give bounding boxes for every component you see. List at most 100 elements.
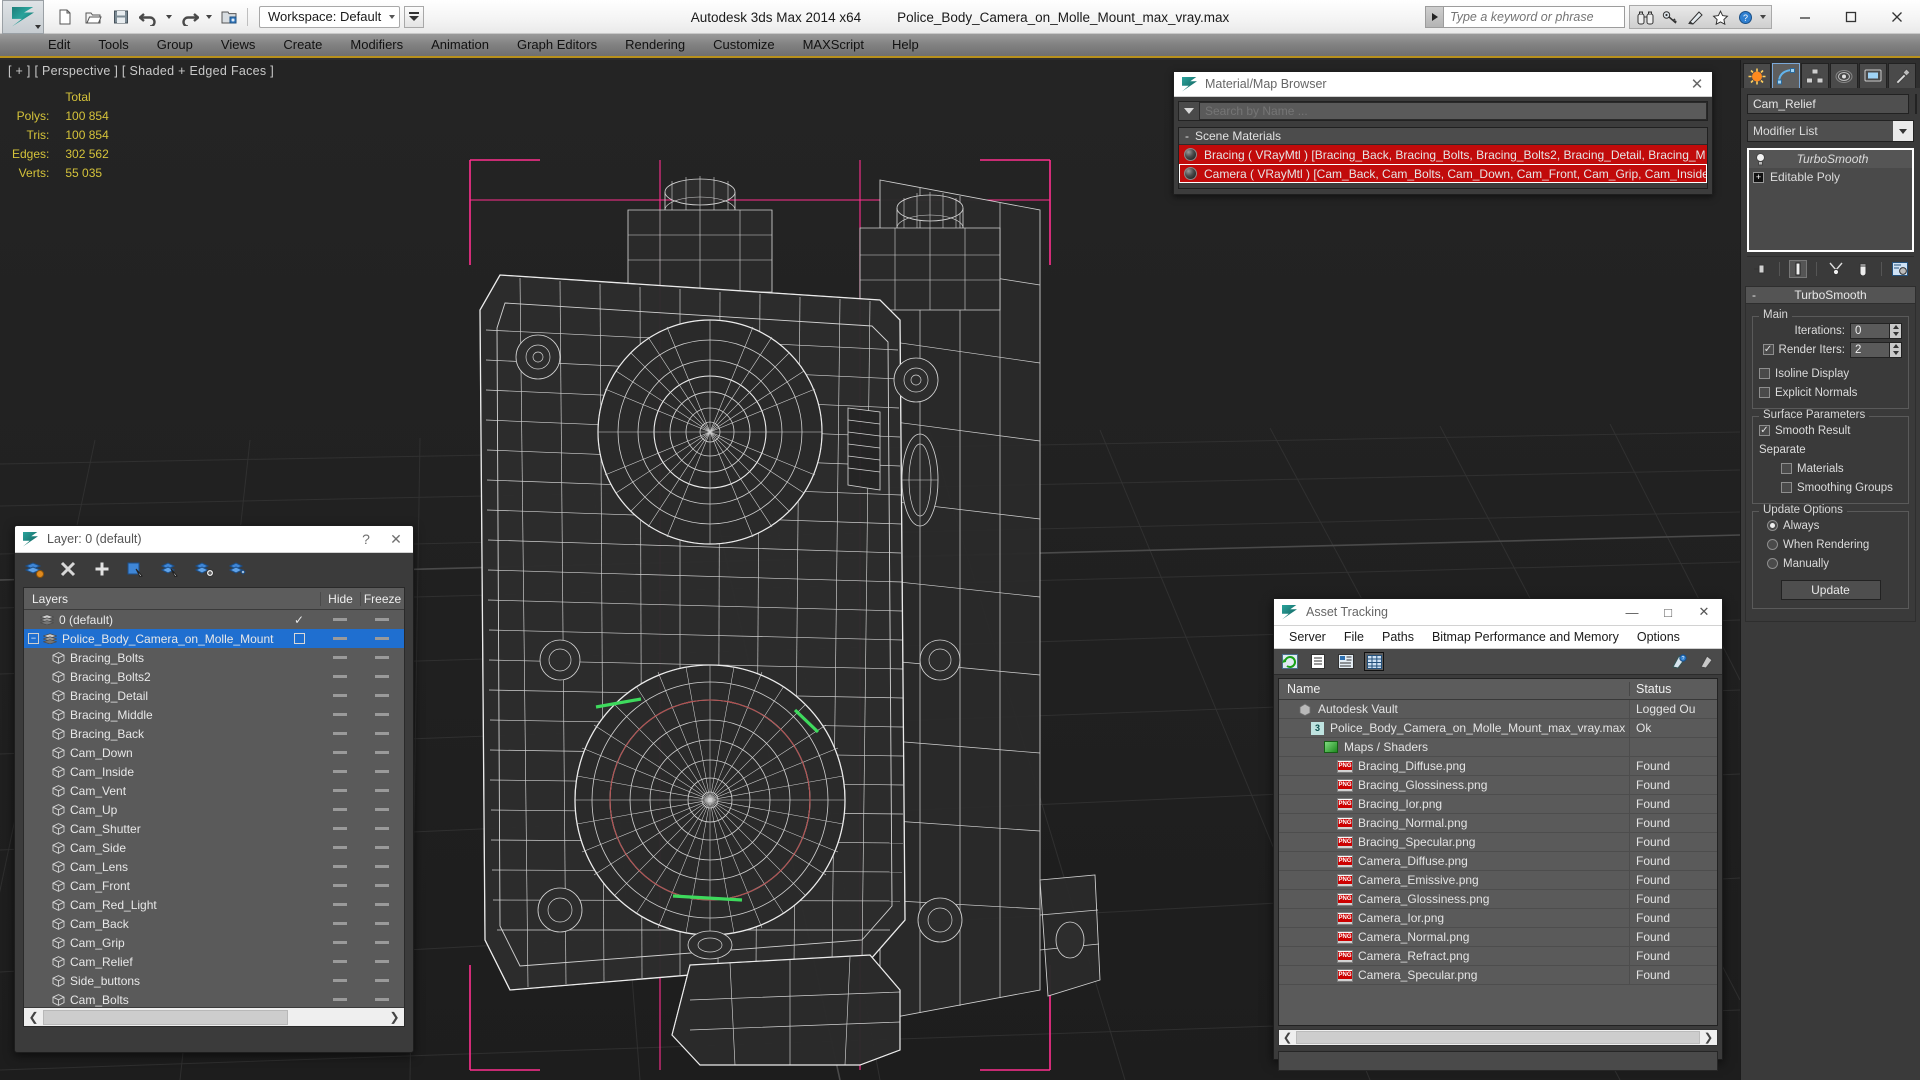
mmb-title-bar[interactable]: Material/Map Browser ✕	[1174, 72, 1712, 97]
undo-icon[interactable]	[136, 4, 162, 30]
help-icon[interactable]: ?	[1733, 6, 1757, 28]
layer-hide-cell[interactable]	[320, 675, 360, 678]
menu-item-create[interactable]: Create	[269, 33, 336, 57]
close-icon[interactable]: ✕	[1686, 73, 1708, 95]
layer-row[interactable]: Cam_Inside	[24, 762, 404, 781]
display-tab[interactable]	[1859, 63, 1887, 88]
layer-dialog-title-bar[interactable]: Layer: 0 (default) ? ✕	[15, 526, 413, 553]
update-option-when-rendering[interactable]: When Rendering	[1759, 535, 1902, 554]
layer-row[interactable]: Cam_Relief	[24, 952, 404, 971]
menu-item-group[interactable]: Group	[143, 33, 207, 57]
spinner-arrows[interactable]	[1890, 322, 1902, 339]
layer-hide-cell[interactable]	[320, 732, 360, 735]
layer-row[interactable]: − Police_Body_Camera_on_Molle_Mount	[24, 629, 404, 648]
asset-row[interactable]: Bracing_Normal.png Found	[1279, 813, 1717, 833]
layer-freeze-cell[interactable]	[360, 732, 404, 735]
subscription-key-icon[interactable]	[1658, 6, 1682, 28]
render-iters-input[interactable]	[1850, 341, 1890, 358]
layer-freeze-cell[interactable]	[360, 903, 404, 906]
asset-row[interactable]: Camera_Diffuse.png Found	[1279, 851, 1717, 871]
layer-row[interactable]: Cam_Lens	[24, 857, 404, 876]
isoline-display-checkbox[interactable]	[1759, 368, 1770, 379]
close-button[interactable]: ✕	[1686, 599, 1722, 625]
scroll-left-icon[interactable]: ❮	[24, 1009, 43, 1026]
layer-row[interactable]: Cam_Vent	[24, 781, 404, 800]
iterations-stepper[interactable]	[1850, 322, 1902, 339]
layer-row[interactable]: Bracing_Bolts	[24, 648, 404, 667]
layer-hide-cell[interactable]	[320, 618, 360, 621]
layer-grid[interactable]: Layers Hide Freeze 0 (default) ✓ − Police_B…	[23, 587, 405, 1027]
layer-row[interactable]: Cam_Shutter	[24, 819, 404, 838]
menu-item-views[interactable]: Views	[207, 33, 269, 57]
layer-freeze-cell[interactable]	[360, 998, 404, 1001]
turbosmooth-rollout-header[interactable]: - TurboSmooth	[1745, 286, 1916, 304]
search-input[interactable]	[1444, 7, 1624, 27]
layer-freeze-cell[interactable]	[360, 941, 404, 944]
select-objects-in-layer-icon[interactable]	[125, 558, 147, 580]
add-layer-icon[interactable]	[91, 558, 113, 580]
when-rendering-radio[interactable]	[1767, 539, 1778, 550]
layer-hide-cell[interactable]	[320, 713, 360, 716]
mmb-material-list[interactable]: - Scene Materials Bracing ( VRayMtl ) [B…	[1178, 127, 1708, 189]
hierarchy-tab[interactable]	[1801, 63, 1829, 88]
layer-freeze-cell[interactable]	[360, 675, 404, 678]
create-tab[interactable]	[1743, 63, 1771, 88]
layer-hide-cell[interactable]	[320, 637, 360, 640]
remove-modifier-icon[interactable]	[1854, 260, 1872, 278]
grid-view-icon[interactable]	[1364, 652, 1384, 671]
chevron-down-icon[interactable]	[1179, 108, 1199, 114]
layer-hide-cell[interactable]	[320, 770, 360, 773]
layer-row[interactable]: Side_buttons	[24, 971, 404, 990]
expand-icon[interactable]: +	[1753, 171, 1764, 183]
chevron-down-icon[interactable]	[1893, 121, 1913, 141]
scrollbar-track[interactable]	[288, 1009, 385, 1026]
maximize-button[interactable]	[1828, 3, 1874, 31]
light-bulb-icon[interactable]	[1755, 152, 1766, 166]
menu-item-server[interactable]: Server	[1280, 630, 1335, 644]
layer-freeze-cell[interactable]	[360, 789, 404, 792]
layer-freeze-cell[interactable]	[360, 751, 404, 754]
help-dropdown-icon[interactable]	[1758, 6, 1768, 28]
layer-row[interactable]: Cam_Up	[24, 800, 404, 819]
menu-item-paths[interactable]: Paths	[1373, 630, 1423, 644]
modify-tab[interactable]	[1772, 63, 1800, 88]
highlight-selected-objects-layer-icon[interactable]	[193, 558, 215, 580]
scroll-left-icon[interactable]: ❮	[1279, 1030, 1296, 1045]
utilities-tab[interactable]	[1888, 63, 1916, 88]
asset-row[interactable]: Bracing_Glossiness.png Found	[1279, 775, 1717, 795]
layer-hide-cell[interactable]	[320, 846, 360, 849]
layer-row[interactable]: Cam_Grip	[24, 933, 404, 952]
menu-item-edit[interactable]: Edit	[0, 33, 84, 57]
open-file-icon[interactable]	[80, 4, 106, 30]
menu-item-rendering[interactable]: Rendering	[611, 33, 699, 57]
layer-freeze-cell[interactable]	[360, 618, 404, 621]
layer-hide-cell[interactable]	[320, 884, 360, 887]
layer-hide-cell[interactable]	[320, 827, 360, 830]
scroll-right-icon[interactable]: ❯	[1700, 1030, 1717, 1045]
asset-tracking-dialog[interactable]: Asset Tracking — □ ✕ Server File Paths B…	[1273, 598, 1723, 1071]
minimize-button[interactable]: —	[1614, 599, 1650, 625]
asset-horizontal-scrollbar[interactable]: ❮ ❯	[1278, 1029, 1718, 1046]
refresh-icon[interactable]	[1280, 652, 1300, 671]
layer-freeze-cell[interactable]	[360, 846, 404, 849]
layer-hide-cell[interactable]	[320, 998, 360, 1001]
scrollbar-thumb[interactable]	[1296, 1031, 1700, 1044]
motion-tab[interactable]	[1830, 63, 1858, 88]
materials-checkbox[interactable]	[1781, 463, 1792, 474]
update-option-always[interactable]: Always	[1759, 516, 1902, 535]
layer-hide-cell[interactable]	[320, 960, 360, 963]
layer-hide-cell[interactable]	[320, 922, 360, 925]
layer-row[interactable]: Bracing_Detail	[24, 686, 404, 705]
asset-row[interactable]: Autodesk Vault Logged Ou	[1279, 699, 1717, 719]
layer-row[interactable]: Bracing_Bolts2	[24, 667, 404, 686]
layer-hide-cell[interactable]	[320, 979, 360, 982]
layer-freeze-cell[interactable]	[360, 827, 404, 830]
set-project-folder-icon[interactable]	[216, 4, 242, 30]
delete-layer-icon[interactable]	[57, 558, 79, 580]
layer-current-cell[interactable]	[278, 633, 320, 644]
layer-freeze-cell[interactable]	[360, 884, 404, 887]
layer-row[interactable]: Cam_Bolts	[24, 990, 404, 1008]
asset-row[interactable]: Bracing_Specular.png Found	[1279, 832, 1717, 852]
update-button[interactable]: Update	[1780, 580, 1881, 600]
layer-row[interactable]: Bracing_Back	[24, 724, 404, 743]
